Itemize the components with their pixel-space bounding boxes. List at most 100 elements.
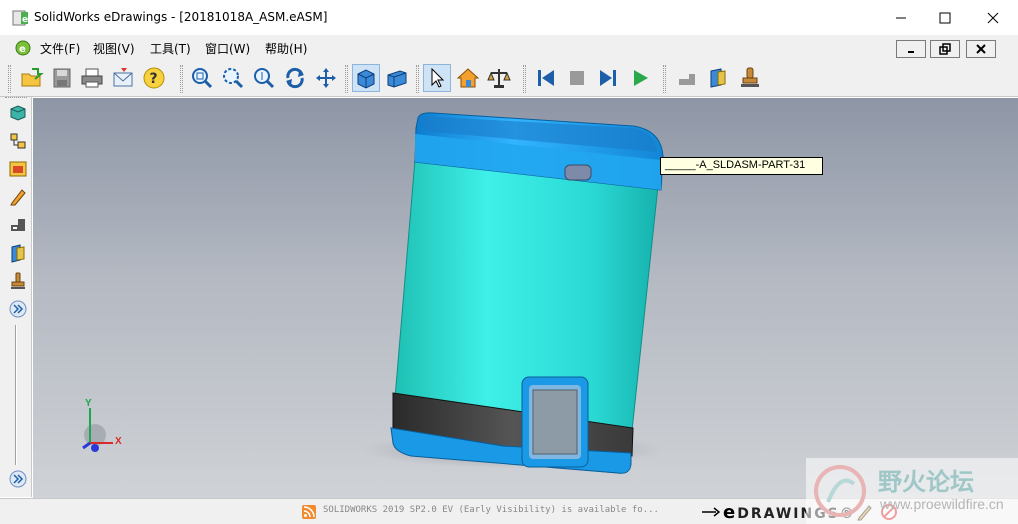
- zoom-to-area-icon: [223, 68, 244, 89]
- save-icon: [53, 68, 71, 88]
- print-icon: [81, 68, 103, 88]
- window-maximize-button[interactable]: [922, 0, 968, 36]
- pan-button[interactable]: [312, 64, 340, 92]
- axis-triad: [82, 408, 113, 452]
- shaded-icon: [357, 69, 375, 89]
- menu-help[interactable]: 帮助(H): [265, 40, 307, 57]
- expand-bottom-button[interactable]: [6, 467, 30, 491]
- document-restore-button[interactable]: [930, 40, 960, 58]
- svg-text:e: e: [22, 15, 28, 25]
- main-toolbar: ?: [0, 60, 1018, 97]
- section-icon: [710, 68, 726, 88]
- section-panel-button[interactable]: [6, 241, 30, 265]
- section-button[interactable]: [704, 64, 732, 92]
- status-message[interactable]: SOLIDWORKS 2019 SP2.0 EV (Early Visibili…: [323, 505, 659, 515]
- select-icon: [431, 67, 445, 88]
- expand-icon: [9, 470, 27, 488]
- expand-panel-button[interactable]: [6, 297, 30, 321]
- model-viewport[interactable]: Y X _____-A_SLDASM-PART-31: [33, 98, 1018, 498]
- print-button[interactable]: [78, 64, 106, 92]
- measure-panel-icon: [11, 219, 25, 231]
- play-step-icon: [600, 70, 616, 86]
- go-to-start-button[interactable]: [532, 64, 560, 92]
- measure-panel-button[interactable]: [6, 213, 30, 237]
- window-close-button[interactable]: [970, 0, 1016, 36]
- assembly-model[interactable]: [33, 98, 1018, 498]
- document-minimize-button[interactable]: [896, 40, 926, 58]
- watermark-logo-icon: [814, 465, 866, 517]
- zoom-to-fit-icon: [192, 68, 213, 89]
- menu-tools[interactable]: 工具(T): [150, 40, 191, 57]
- triad-x-label: X: [115, 436, 122, 447]
- perspective-button[interactable]: [383, 64, 411, 92]
- edrawings-app-icon[interactable]: e: [12, 9, 30, 27]
- menu-view[interactable]: 视图(V): [93, 40, 135, 57]
- stop-icon: [570, 71, 584, 85]
- toolbar-grip[interactable]: [8, 65, 11, 93]
- save-button[interactable]: [48, 64, 76, 92]
- close-icon: [987, 12, 999, 24]
- stop-button[interactable]: [563, 64, 591, 92]
- select-button[interactable]: [423, 64, 451, 92]
- window-minimize-button[interactable]: [878, 0, 924, 36]
- sidebar-splitter[interactable]: [15, 325, 17, 465]
- component-tree-button[interactable]: [6, 101, 30, 125]
- svg-text:?: ?: [150, 71, 158, 87]
- watermark-url: www.proewildfire.cn: [880, 496, 1004, 512]
- minimize-icon: [908, 51, 914, 53]
- toolbar-grip[interactable]: [416, 65, 419, 93]
- sheets-icon: [9, 161, 27, 177]
- configurations-icon: [10, 133, 26, 149]
- email-icon: [113, 68, 133, 87]
- section-panel-icon: [11, 244, 25, 263]
- sheets-button[interactable]: [6, 157, 30, 181]
- open-icon: [21, 68, 44, 87]
- toolbar-grip[interactable]: [180, 65, 183, 93]
- home-icon: [456, 68, 480, 88]
- triad-y-label: Y: [85, 398, 92, 409]
- rotate-icon: [286, 67, 304, 89]
- title-bar: e SolidWorks eDrawings - [20181018A_ASM.…: [0, 0, 1018, 36]
- toolbar-grip[interactable]: [523, 65, 526, 93]
- watermark-text: 野火论坛: [878, 468, 974, 496]
- perspective-icon: [387, 70, 407, 88]
- toolbar-grip[interactable]: [345, 65, 348, 93]
- shaded-button[interactable]: [352, 64, 380, 92]
- zoom-in-out-button[interactable]: [250, 64, 278, 92]
- svg-text:e: e: [19, 44, 26, 55]
- move-component-button[interactable]: [673, 64, 701, 92]
- component-tree-icon: [10, 105, 26, 121]
- menu-window[interactable]: 窗口(W): [205, 40, 250, 57]
- cap-button[interactable]: [564, 164, 592, 181]
- configurations-button[interactable]: [6, 129, 30, 153]
- stamp-panel-icon: [11, 272, 25, 289]
- document-icon[interactable]: e: [14, 39, 32, 57]
- zoom-in-out-icon: [254, 68, 275, 89]
- stamp-panel-button[interactable]: [6, 269, 30, 293]
- zoom-to-area-button[interactable]: [219, 64, 247, 92]
- menu-file[interactable]: 文件(F): [40, 40, 80, 57]
- email-button[interactable]: [109, 64, 137, 92]
- markup-button[interactable]: [6, 185, 30, 209]
- open-button[interactable]: [18, 64, 46, 92]
- measure-button[interactable]: [485, 64, 513, 92]
- measure-icon: [487, 69, 511, 88]
- front-window-screen[interactable]: [532, 389, 578, 455]
- toolbar-grip[interactable]: [663, 65, 666, 93]
- play-button[interactable]: [626, 64, 654, 92]
- menu-bar: e 文件(F) 视图(V) 工具(T) 窗口(W) 帮助(H): [0, 36, 1018, 60]
- stamp-button[interactable]: [736, 64, 764, 92]
- document-close-button[interactable]: [966, 40, 996, 58]
- sidebar-grip[interactable]: [5, 97, 27, 100]
- component-tooltip: _____-A_SLDASM-PART-31: [660, 157, 823, 175]
- home-button[interactable]: [454, 64, 482, 92]
- rss-icon[interactable]: [302, 505, 316, 519]
- zoom-to-fit-button[interactable]: [188, 64, 216, 92]
- play-step-button[interactable]: [594, 64, 622, 92]
- help-icon: ?: [143, 67, 165, 89]
- rotate-button[interactable]: [281, 64, 309, 92]
- go-to-start-icon: [538, 70, 554, 86]
- arrow-right-icon: [702, 507, 720, 517]
- play-icon: [634, 70, 648, 86]
- help-button[interactable]: ?: [140, 64, 168, 92]
